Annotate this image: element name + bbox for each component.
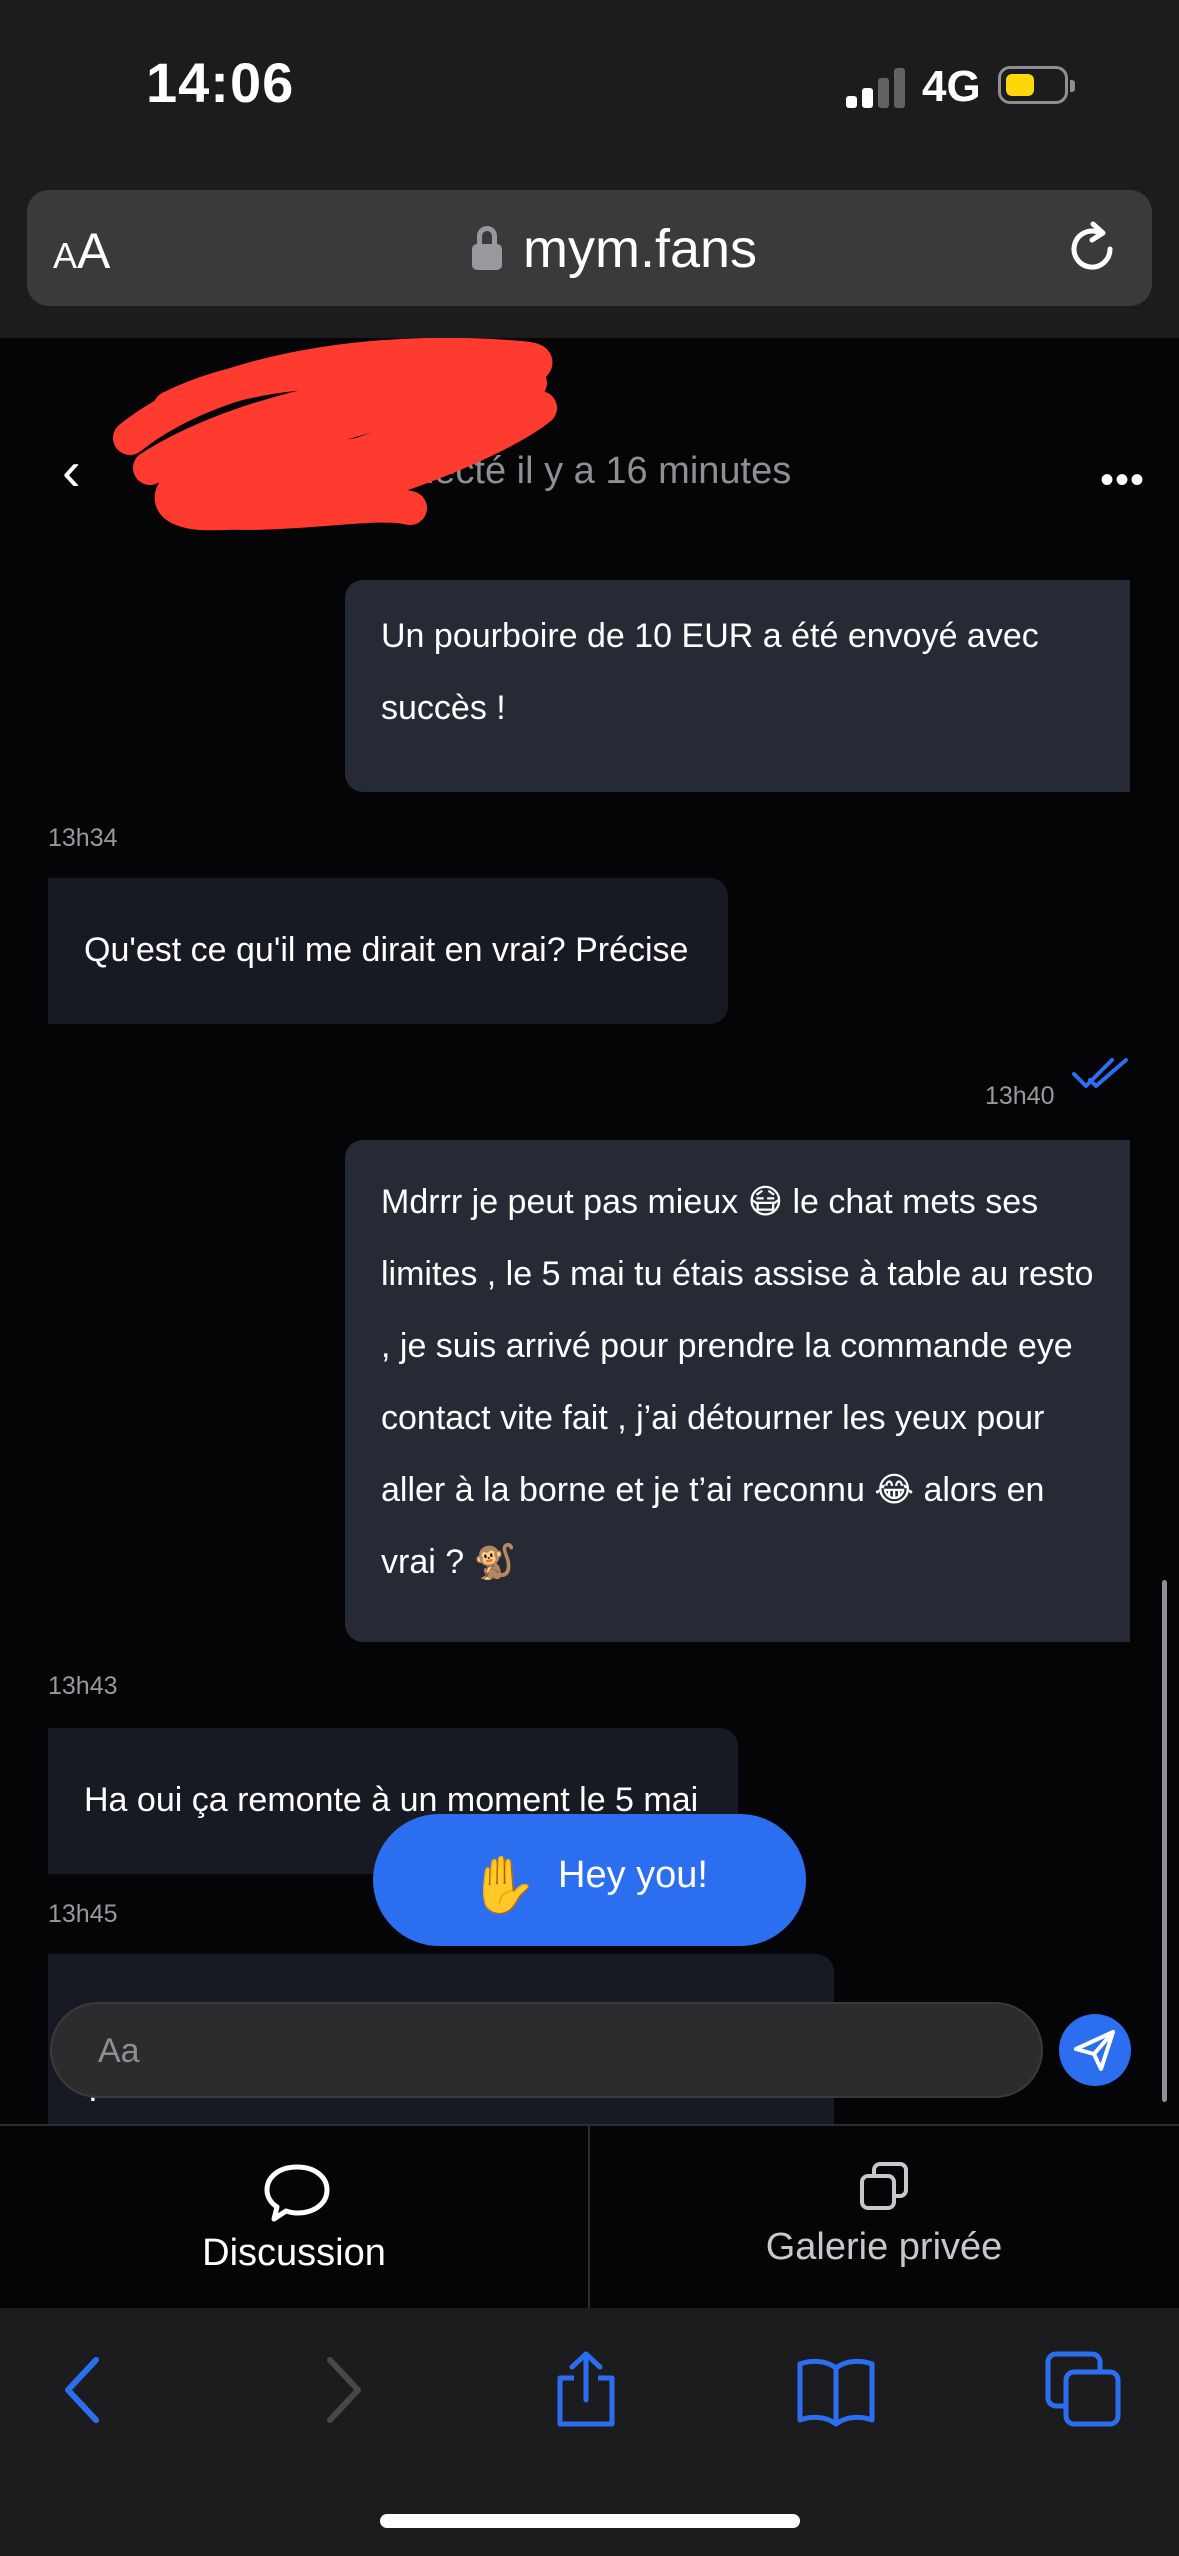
message-timestamp: 13h34 [48, 824, 118, 852]
scrollbar[interactable] [1162, 1580, 1167, 2102]
tab-label: Galerie privée [765, 2226, 1003, 2268]
send-button[interactable] [1059, 2014, 1131, 2086]
message-outgoing: Un pourboire de 10 EUR a été envoyé avec… [345, 580, 1130, 792]
raised-hand-icon: ✋ [468, 1853, 538, 1916]
tab-discussion[interactable]: Discussion [0, 2126, 590, 2310]
message-text: Un pourboire de 10 EUR a été envoyé avec… [381, 617, 1039, 727]
back-arrow-icon[interactable] [46, 2350, 126, 2430]
text-size-button[interactable]: AA [53, 222, 110, 280]
hey-you-button[interactable]: ✋ Hey you! [373, 1814, 806, 1946]
message-text: Mdrrr je peut pas mieux 😷 le chat mets s… [381, 1183, 1094, 1581]
redaction-scribble [113, 338, 557, 531]
message-timestamp: 13h45 [48, 1900, 118, 1928]
back-chevron-icon[interactable]: ‹ [62, 438, 81, 503]
forward-arrow-icon[interactable] [300, 2350, 380, 2430]
home-indicator[interactable] [380, 2514, 800, 2528]
lock-icon [472, 226, 502, 270]
message-incoming: Qu'est ce qu'il me dirait en vrai? Préci… [48, 878, 728, 1024]
gallery-icon [860, 2162, 908, 2210]
share-icon[interactable] [546, 2350, 626, 2430]
read-receipt-icon [1072, 1058, 1128, 1088]
signal-strength-icon [846, 66, 906, 108]
clock: 14:06 [146, 51, 295, 114]
tab-bar: Discussion Galerie privée [0, 2124, 1179, 2310]
message-timestamp: 13h40 [985, 1082, 1055, 1110]
message-outgoing: Mdrrr je peut pas mieux 😷 le chat mets s… [345, 1140, 1130, 1642]
message-composer[interactable] [50, 2002, 1043, 2098]
hey-you-label: Hey you! [558, 1854, 708, 1896]
address-bar[interactable]: AA mym.fans [27, 190, 1152, 306]
tabs-icon[interactable] [1044, 2350, 1124, 2430]
tab-label: Discussion [202, 2232, 386, 2274]
message-text: Qu'est ce qu'il me dirait en vrai? Préci… [84, 931, 689, 969]
message-input[interactable] [96, 2024, 980, 2078]
battery-icon [998, 66, 1075, 104]
browser-address-area: AA mym.fans [0, 170, 1179, 338]
url-domain[interactable]: mym.fans [523, 218, 757, 280]
chat-bubble-icon [264, 2164, 330, 2222]
status-bar: 14:06 4G [0, 0, 1179, 170]
chat-area[interactable]: ‹ nnecté il y a 16 minutes ••• Un pourbo… [0, 338, 1179, 2124]
bookmarks-icon[interactable] [796, 2350, 876, 2430]
send-icon [1074, 2030, 1115, 2071]
tab-private-gallery[interactable]: Galerie privée [590, 2126, 1178, 2310]
network-type: 4G [922, 62, 981, 111]
more-options-icon[interactable]: ••• [1100, 458, 1145, 503]
reload-icon[interactable] [1063, 220, 1121, 278]
message-timestamp: 13h43 [48, 1672, 118, 1700]
